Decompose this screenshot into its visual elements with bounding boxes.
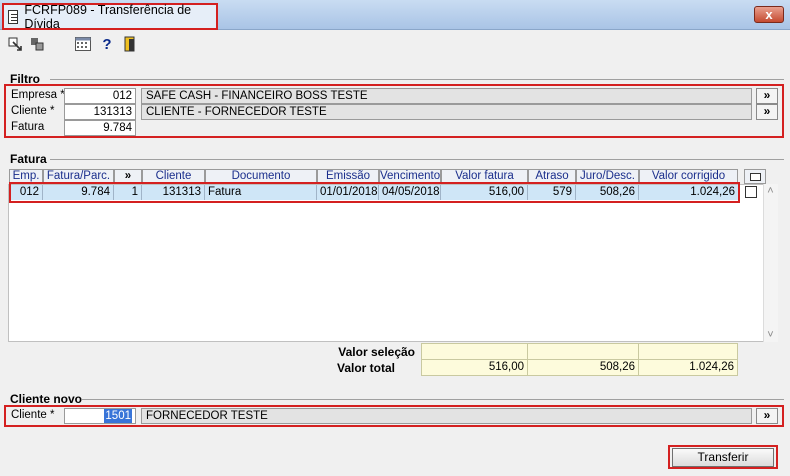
cliente-lookup-button[interactable]: » bbox=[756, 104, 778, 120]
exit-door-icon[interactable] bbox=[121, 35, 139, 53]
cliente-novo-selected-text: 1501 bbox=[104, 409, 132, 423]
total-corrigido: 1.024,26 bbox=[638, 359, 738, 376]
window-title-box: FCRFP089 - Transferência de Dívida bbox=[2, 2, 218, 31]
empresa-input[interactable]: 012 bbox=[64, 88, 136, 104]
row-highlight bbox=[9, 182, 740, 203]
valor-selecao-label: Valor seleção bbox=[338, 345, 415, 359]
fatura-divider bbox=[50, 159, 784, 160]
copy-icon[interactable] bbox=[28, 35, 46, 53]
export-icon[interactable] bbox=[6, 35, 24, 53]
empresa-description: SAFE CASH - FINANCEIRO BOSS TESTE bbox=[141, 88, 752, 104]
total-valor-fatura: 516,00 bbox=[421, 359, 528, 376]
total-juro: 508,26 bbox=[527, 359, 639, 376]
cliente-novo-description: FORNECEDOR TESTE bbox=[141, 408, 752, 424]
cliente-novo-input[interactable]: 1501 bbox=[64, 408, 136, 424]
empresa-label: Empresa * bbox=[11, 89, 65, 101]
selecao-valor-fatura bbox=[421, 343, 528, 360]
selecao-juro bbox=[527, 343, 639, 360]
window-title: FCRFP089 - Transferência de Dívida bbox=[24, 2, 192, 31]
cliente-novo-label: Cliente * bbox=[11, 409, 55, 421]
vertical-scrollbar[interactable] bbox=[763, 184, 778, 342]
fatura-label: Fatura bbox=[11, 121, 45, 133]
filtro-divider bbox=[50, 79, 784, 80]
calculator-icon[interactable] bbox=[74, 35, 92, 53]
document-icon bbox=[8, 9, 19, 24]
transferir-button[interactable]: Transferir bbox=[672, 448, 774, 467]
help-icon[interactable]: ? bbox=[98, 35, 116, 53]
cliente-input[interactable]: 131313 bbox=[64, 104, 136, 120]
fatura-input[interactable]: 9.784 bbox=[64, 120, 136, 136]
select-all-header[interactable] bbox=[744, 169, 766, 184]
row-select-checkbox[interactable] bbox=[745, 186, 757, 198]
close-button[interactable]: x bbox=[754, 6, 784, 23]
cliente-label: Cliente * bbox=[11, 105, 55, 117]
cliente-novo-title: Cliente novo bbox=[10, 392, 83, 406]
valor-total-label: Valor total bbox=[336, 361, 395, 375]
empresa-lookup-button[interactable]: » bbox=[756, 88, 778, 104]
fatura-grid bbox=[8, 184, 778, 342]
scroll-down-arrow-icon[interactable]: ˅ bbox=[764, 329, 777, 341]
fatura-title: Fatura bbox=[10, 152, 47, 166]
selecao-corrigido bbox=[638, 343, 738, 360]
cliente-description: CLIENTE - FORNECEDOR TESTE bbox=[141, 104, 752, 120]
cliente-novo-lookup-button[interactable]: » bbox=[756, 408, 778, 424]
scroll-up-arrow-icon[interactable]: ˄ bbox=[764, 185, 777, 197]
select-all-checkbox-icon bbox=[750, 173, 761, 181]
cliente-novo-divider bbox=[82, 399, 784, 400]
